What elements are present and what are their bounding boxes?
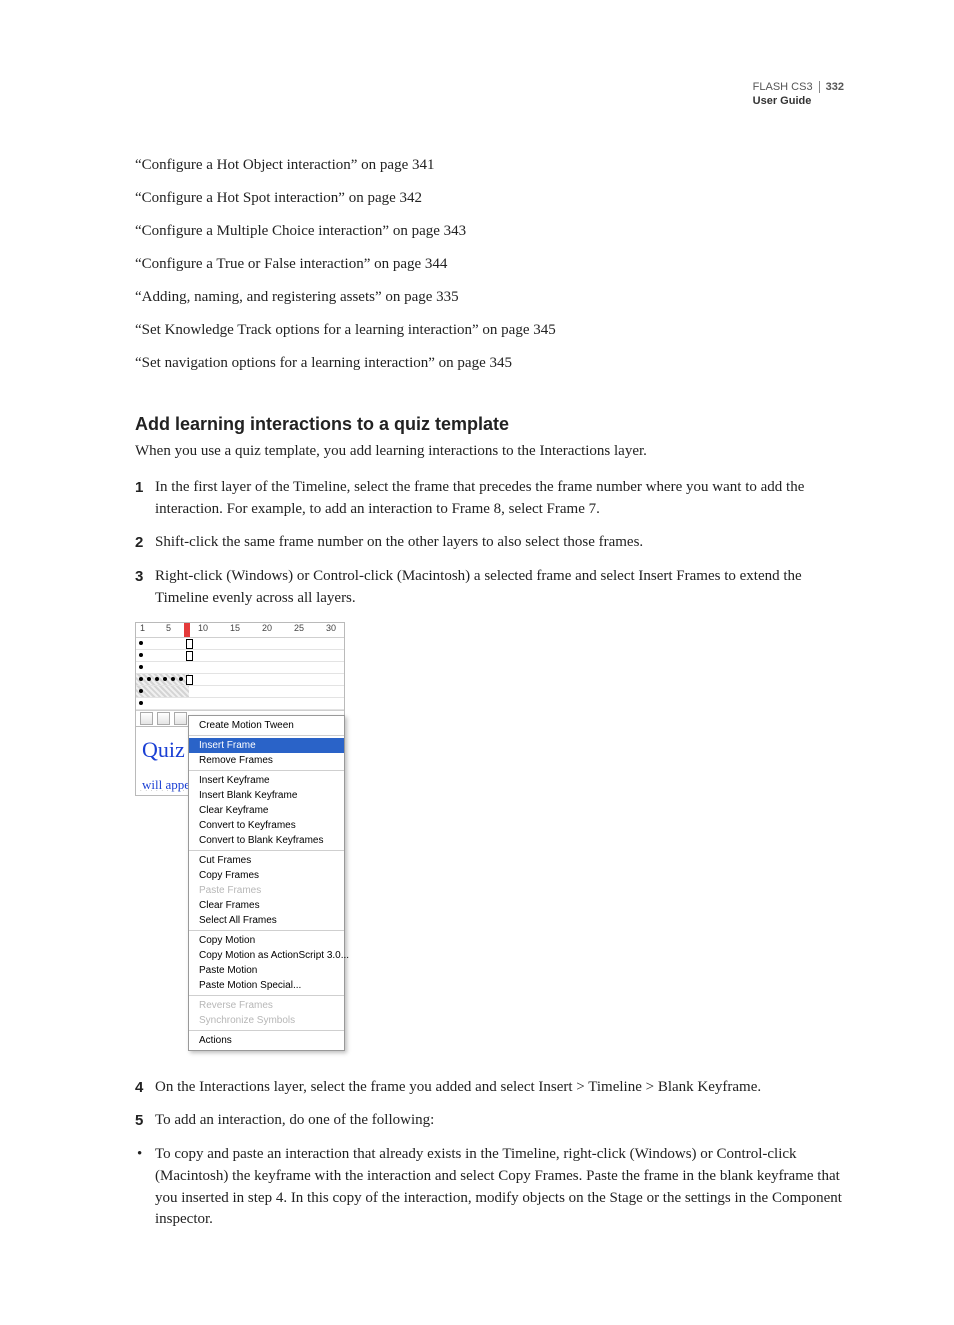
ruler-tick: 1 — [140, 623, 145, 633]
xref-link[interactable]: “Configure a Multiple Choice interaction… — [135, 221, 844, 242]
menu-item-copy-motion[interactable]: Copy Motion — [189, 933, 344, 948]
xref-link[interactable]: “Adding, naming, and registering assets”… — [135, 287, 844, 308]
menu-item-clear-frames[interactable]: Clear Frames — [189, 898, 344, 913]
xref-link[interactable]: “Configure a True or False interaction” … — [135, 254, 844, 275]
ruler-tick: 25 — [294, 623, 304, 633]
bullet-item: • To copy and paste an interaction that … — [135, 1144, 844, 1231]
timeline-tool-icon — [140, 712, 153, 725]
ruler-tick: 5 — [166, 623, 171, 633]
step-item: 5 To add an interaction, do one of the f… — [135, 1110, 844, 1132]
timeline-panel: 1 5 10 15 20 25 30 — [135, 622, 345, 727]
ruler-tick: 10 — [198, 623, 208, 633]
step-item: 2 Shift-click the same frame number on t… — [135, 532, 844, 554]
menu-item-actions[interactable]: Actions — [189, 1033, 344, 1048]
step-item: 3 Right-click (Windows) or Control-click… — [135, 566, 844, 610]
menu-item-paste-motion[interactable]: Paste Motion — [189, 963, 344, 978]
menu-item-clear-keyframe[interactable]: Clear Keyframe — [189, 803, 344, 818]
menu-item-paste-motion-special[interactable]: Paste Motion Special... — [189, 978, 344, 993]
timeline-tool-icon — [174, 712, 187, 725]
menu-item-copy-frames[interactable]: Copy Frames — [189, 868, 344, 883]
product-name: FLASH CS3 — [753, 81, 813, 93]
step-number: 2 — [135, 532, 145, 554]
bullet-text: To copy and paste an interaction that al… — [155, 1144, 844, 1231]
doc-subtitle: User Guide — [753, 94, 844, 108]
ruler-tick: 30 — [326, 623, 336, 633]
figure-timeline-contextmenu: 1 5 10 15 20 25 30 — [135, 622, 345, 1051]
menu-item-convert-to-keyframes[interactable]: Convert to Keyframes — [189, 818, 344, 833]
timeline-tool-icon — [157, 712, 170, 725]
menu-item-reverse-frames: Reverse Frames — [189, 998, 344, 1013]
ruler-tick: 15 — [230, 623, 240, 633]
page-number: 332 — [819, 81, 844, 93]
step-text: In the first layer of the Timeline, sele… — [155, 477, 844, 521]
step-number: 1 — [135, 477, 145, 521]
context-menu: Create Motion Tween Insert Frame Remove … — [188, 715, 345, 1051]
menu-item-select-all-frames[interactable]: Select All Frames — [189, 913, 344, 928]
section-intro: When you use a quiz template, you add le… — [135, 441, 844, 463]
section-heading: Add learning interactions to a quiz temp… — [135, 414, 844, 435]
step-number: 4 — [135, 1077, 145, 1099]
step-text: Shift-click the same frame number on the… — [155, 532, 844, 554]
page-header: FLASH CS3 332 User Guide — [753, 80, 844, 109]
menu-item-synchronize-symbols: Synchronize Symbols — [189, 1013, 344, 1028]
menu-item-cut-frames[interactable]: Cut Frames — [189, 853, 344, 868]
menu-item-copy-motion-as3[interactable]: Copy Motion as ActionScript 3.0... — [189, 948, 344, 963]
bullet-icon: • — [135, 1144, 143, 1231]
step-text: To add an interaction, do one of the fol… — [155, 1110, 844, 1132]
playhead-icon — [184, 623, 190, 637]
menu-item-insert-frame[interactable]: Insert Frame — [189, 738, 344, 753]
xref-link[interactable]: “Set Knowledge Track options for a learn… — [135, 320, 844, 341]
menu-item-paste-frames: Paste Frames — [189, 883, 344, 898]
xref-link[interactable]: “Set navigation options for a learning i… — [135, 353, 844, 374]
step-item: 4 On the Interactions layer, select the … — [135, 1077, 844, 1099]
step-text: Right-click (Windows) or Control-click (… — [155, 566, 844, 610]
xref-link[interactable]: “Configure a Hot Object interaction” on … — [135, 155, 844, 176]
menu-item-convert-to-blank-keyframes[interactable]: Convert to Blank Keyframes — [189, 833, 344, 848]
step-item: 1 In the first layer of the Timeline, se… — [135, 477, 844, 521]
menu-item-create-motion-tween[interactable]: Create Motion Tween — [189, 718, 344, 733]
step-number: 5 — [135, 1110, 145, 1132]
step-text: On the Interactions layer, select the fr… — [155, 1077, 844, 1099]
menu-item-remove-frames[interactable]: Remove Frames — [189, 753, 344, 768]
menu-item-insert-keyframe[interactable]: Insert Keyframe — [189, 773, 344, 788]
step-number: 3 — [135, 566, 145, 610]
menu-item-insert-blank-keyframe[interactable]: Insert Blank Keyframe — [189, 788, 344, 803]
xref-link[interactable]: “Configure a Hot Spot interaction” on pa… — [135, 188, 844, 209]
ruler-tick: 20 — [262, 623, 272, 633]
timeline-ruler: 1 5 10 15 20 25 30 — [136, 623, 344, 638]
